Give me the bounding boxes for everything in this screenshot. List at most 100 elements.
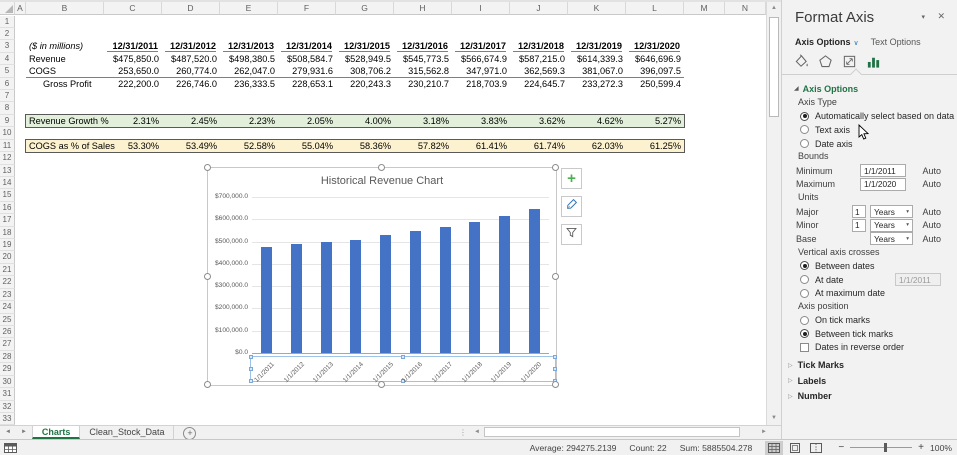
chart-resize-handle[interactable] (204, 164, 211, 171)
select-all-corner[interactable] (0, 2, 15, 15)
revenue-bar[interactable] (261, 247, 272, 353)
tab-text-options[interactable]: Text Options (871, 37, 921, 47)
cell-value[interactable]: 230,210.7 (394, 78, 452, 90)
row-header-3[interactable]: 3 (0, 40, 15, 52)
column-header-a[interactable]: A (15, 2, 26, 15)
cell-value[interactable]: $587,215.0 (510, 53, 568, 65)
column-header-i[interactable]: I (452, 2, 510, 15)
cell-band-value[interactable]: 3.62% (510, 115, 568, 127)
row-header-26[interactable]: 26 (0, 326, 15, 338)
axis-selection-handle[interactable] (401, 355, 405, 359)
radio-at-maximum-date[interactable] (800, 289, 809, 298)
page-layout-view-button[interactable] (786, 441, 804, 455)
cell-band-value[interactable]: 2.23% (220, 115, 278, 127)
row-header-7[interactable]: 7 (0, 90, 15, 102)
radio-between-tick-marks[interactable] (800, 329, 809, 338)
row-header-15[interactable]: 15 (0, 189, 15, 201)
cell-date-header[interactable]: 12/31/2019 (571, 41, 622, 51)
row-header-8[interactable]: 8 (0, 102, 15, 114)
row-header-25[interactable]: 25 (0, 314, 15, 326)
cell-band-value[interactable]: 2.45% (162, 115, 220, 127)
cell-band-value[interactable]: 57.82% (394, 140, 452, 152)
row-header-31[interactable]: 31 (0, 388, 15, 400)
revenue-bar[interactable] (380, 235, 391, 353)
fill-line-icon[interactable] (793, 53, 810, 70)
sheet-tab-clean-stock-data[interactable]: Clean_Stock_Data (80, 426, 174, 439)
column-header-e[interactable]: E (220, 2, 278, 15)
minor-unit-select[interactable]: Years▾ (870, 219, 913, 232)
major-unit-select[interactable]: Years▾ (870, 205, 913, 218)
cell-value[interactable]: $528,949.5 (336, 53, 394, 65)
cell-row-label[interactable]: Revenue (26, 53, 104, 65)
zoom-slider[interactable] (850, 447, 912, 448)
cell-date-header[interactable]: 12/31/2013 (223, 41, 274, 51)
row-header-33[interactable]: 33 (0, 413, 15, 425)
cell-band-value[interactable]: 53.49% (162, 140, 220, 152)
row-header-9[interactable]: 9 (0, 115, 15, 127)
cell-band-value[interactable]: 61.74% (510, 140, 568, 152)
scroll-down-icon[interactable]: ▼ (767, 412, 781, 425)
radio-between-dates[interactable] (800, 261, 809, 270)
row-header-14[interactable]: 14 (0, 177, 15, 189)
chart-resize-handle[interactable] (552, 273, 559, 280)
section-axis-options[interactable]: ◢Axis Options (794, 81, 957, 96)
cell-value[interactable]: $646,696.9 (626, 53, 684, 65)
row-header-21[interactable]: 21 (0, 264, 15, 276)
chart-resize-handle[interactable] (552, 381, 559, 388)
row-header-5[interactable]: 5 (0, 65, 15, 77)
cell-band-value[interactable]: 61.25% (626, 140, 684, 152)
revenue-bar[interactable] (529, 209, 540, 353)
row-header-20[interactable]: 20 (0, 251, 15, 263)
maximum-input[interactable] (860, 178, 906, 191)
chart-elements-button[interactable]: + (561, 168, 582, 189)
revenue-bar[interactable] (499, 216, 510, 353)
cell-band-value[interactable]: 2.05% (278, 115, 336, 127)
chart-resize-handle[interactable] (378, 164, 385, 171)
tab-nav-left-icon[interactable]: ◄ (0, 426, 16, 439)
cell-band-value[interactable]: 3.83% (452, 115, 510, 127)
cell-value[interactable]: 224,645.7 (510, 78, 568, 90)
cell-date-header[interactable]: 12/31/2018 (513, 41, 564, 51)
row-header-27[interactable]: 27 (0, 338, 15, 350)
section-tick-marks[interactable]: ▷Tick Marks (788, 357, 957, 373)
macro-record-icon[interactable] (4, 443, 17, 455)
row-header-10[interactable]: 10 (0, 127, 15, 139)
page-break-view-button[interactable] (807, 441, 825, 455)
normal-view-button[interactable] (765, 441, 783, 455)
cell-value[interactable]: $545,773.5 (394, 53, 452, 65)
zoom-level[interactable]: 100% (930, 443, 952, 453)
chart-resize-handle[interactable] (378, 381, 385, 388)
axis-options-icon[interactable] (865, 53, 882, 70)
revenue-chart[interactable]: Historical Revenue Chart$0.0$100,000.0$2… (207, 167, 557, 386)
cell-date-header[interactable]: 12/31/2011 (107, 41, 158, 51)
cell-value[interactable]: 228,653.1 (278, 78, 336, 90)
tab-nav-right-icon[interactable]: ► (16, 426, 32, 439)
column-header-c[interactable]: C (104, 2, 162, 15)
cell-band-value[interactable]: 3.18% (394, 115, 452, 127)
chart-resize-handle[interactable] (204, 273, 211, 280)
cell-value[interactable]: 226,746.0 (162, 78, 220, 90)
column-header-j[interactable]: J (510, 2, 568, 15)
cell-value[interactable]: 222,200.0 (104, 78, 162, 90)
tab-axis-options[interactable]: Axis Options∨ (795, 37, 859, 47)
row-header-12[interactable]: 12 (0, 152, 15, 164)
cell-date-header[interactable]: 12/31/2014 (281, 41, 332, 51)
zoom-in-button[interactable]: + (918, 443, 924, 453)
pane-options-icon[interactable]: ▾ (921, 13, 925, 21)
row-header-17[interactable]: 17 (0, 214, 15, 226)
cell-date-header[interactable]: 12/31/2020 (629, 41, 680, 51)
revenue-bar[interactable] (321, 242, 332, 353)
h-scroll-left-icon[interactable]: ◄ (471, 427, 483, 438)
cell-band-value[interactable]: 2.31% (104, 115, 162, 127)
cell-subtitle[interactable]: ($ in millions) (26, 40, 104, 52)
cell-value[interactable]: $566,674.9 (452, 53, 510, 65)
column-header-f[interactable]: F (278, 2, 336, 15)
column-header-l[interactable]: L (626, 2, 684, 15)
row-header-22[interactable]: 22 (0, 276, 15, 288)
cell-band-value[interactable]: 52.58% (220, 140, 278, 152)
row-header-4[interactable]: 4 (0, 53, 15, 65)
h-scroll-right-icon[interactable]: ► (758, 427, 770, 438)
cell-value[interactable]: 233,272.3 (568, 78, 626, 90)
column-header-k[interactable]: K (568, 2, 626, 15)
row-header-30[interactable]: 30 (0, 376, 15, 388)
